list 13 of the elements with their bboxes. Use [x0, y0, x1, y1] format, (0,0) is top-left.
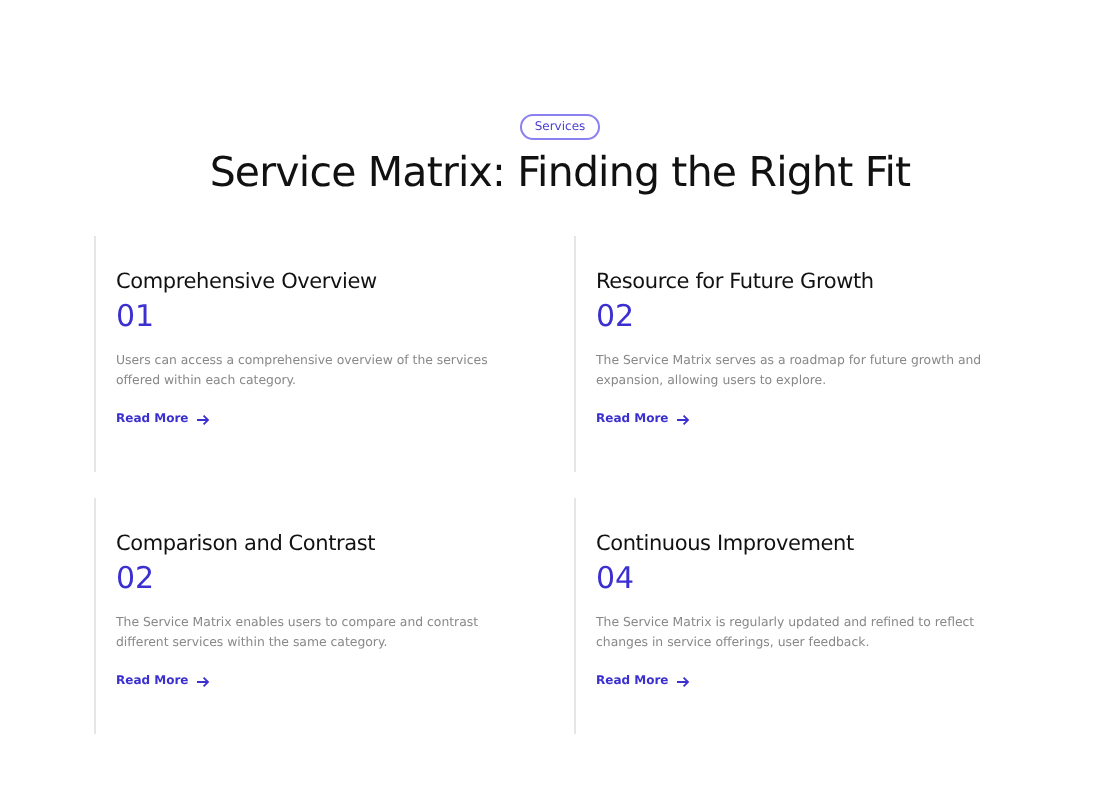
- card-title: Continuous Improvement: [596, 532, 854, 556]
- arrow-right-icon: [676, 413, 691, 425]
- card-number: 02: [596, 298, 635, 334]
- card-number: 02: [116, 560, 155, 596]
- page-heading: Service Matrix: Finding the Right Fit: [209, 148, 911, 196]
- card-number: 04: [596, 560, 635, 596]
- card-title: Resource for Future Growth: [596, 270, 874, 294]
- arrow-right-icon: [196, 675, 211, 687]
- card-title: Comparison and Contrast: [116, 532, 376, 556]
- card-title: Comprehensive Overview: [116, 270, 377, 294]
- arrow-right-icon: [676, 675, 691, 687]
- arrow-right-icon: [196, 413, 211, 425]
- card-number: 01: [116, 298, 155, 334]
